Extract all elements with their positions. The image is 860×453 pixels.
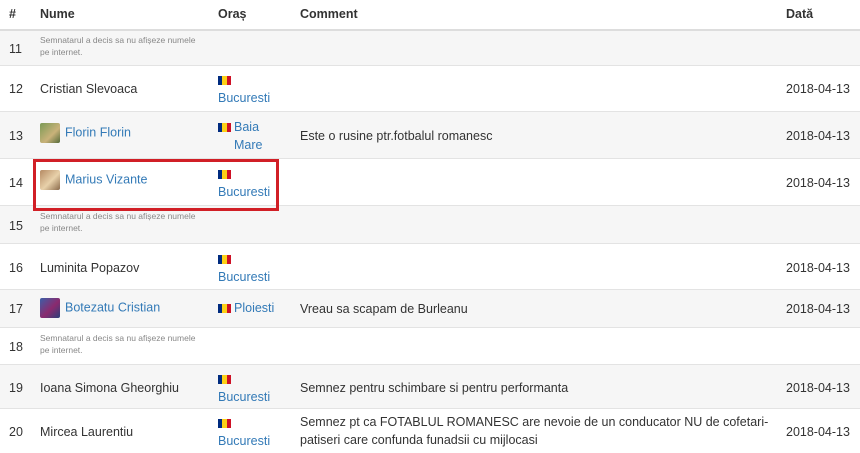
table-row: 12 Cristian Slevoaca Bucuresti 2018-04-1… <box>0 66 860 112</box>
romania-flag-icon <box>218 304 231 314</box>
avatar[interactable] <box>40 123 60 143</box>
signer-comment: Vreau sa scapam de Burleanu <box>300 302 468 316</box>
city-cell: Bucuresti <box>218 250 270 286</box>
signatures-table: # Nume Oraș Comment Dată 11 Semnatarul a… <box>0 0 860 453</box>
signer-name: Mircea Laurentiu <box>40 425 134 439</box>
signer-cell: Florin Florin <box>40 123 131 143</box>
table-header: # Nume Oraș Comment Dată <box>0 0 860 31</box>
signer-name-link[interactable]: Florin Florin <box>65 125 131 139</box>
sign-date: 2018-04-13 <box>786 261 850 275</box>
row-number: 11 <box>9 42 22 56</box>
row-number: 19 <box>9 381 23 395</box>
signer-name-link[interactable]: Botezatu Cristian <box>65 300 160 314</box>
table-row: 19 Ioana Simona Gheorghiu Bucuresti Semn… <box>0 365 860 409</box>
row-number: 15 <box>9 219 23 233</box>
header-comment: Comment <box>300 7 358 21</box>
signer-name: Ioana Simona Gheorghiu <box>40 381 179 395</box>
city-link[interactable]: Baia Mare <box>234 118 284 154</box>
table-row: 15 Semnatarul a decis sa nu afișeze nume… <box>0 206 860 244</box>
sign-date: 2018-04-13 <box>786 425 850 439</box>
table-row: 17 Botezatu Cristian Ploiesti Vreau sa s… <box>0 290 860 328</box>
sign-date: 2018-04-13 <box>786 381 850 395</box>
highlight-box <box>33 159 279 211</box>
row-number: 18 <box>9 340 23 354</box>
header-date: Dată <box>786 7 814 21</box>
city-cell: Baia Mare <box>218 118 284 154</box>
romania-flag-icon <box>218 419 231 429</box>
table-row: 13 Florin Florin Baia Mare Este o rusine… <box>0 112 860 159</box>
romania-flag-icon <box>218 76 231 86</box>
romania-flag-icon <box>218 375 231 385</box>
city-cell: Bucuresti <box>218 370 270 406</box>
table-row: 11 Semnatarul a decis sa nu afișeze nume… <box>0 31 860 66</box>
sign-date: 2018-04-13 <box>786 82 850 96</box>
city-link[interactable]: Bucuresti <box>218 390 270 404</box>
city-cell: Bucuresti <box>218 414 270 450</box>
header-city: Oraș <box>218 7 247 21</box>
table-row: 18 Semnatarul a decis sa nu afișeze nume… <box>0 328 860 365</box>
city-link[interactable]: Bucuresti <box>218 434 270 448</box>
header-name: Nume <box>40 7 75 21</box>
hidden-name-note: Semnatarul a decis sa nu afișeze numele … <box>40 333 196 355</box>
city-cell: Bucuresti <box>218 71 270 107</box>
signer-cell: Botezatu Cristian <box>40 298 160 318</box>
sign-date: 2018-04-13 <box>786 176 850 190</box>
signer-name: Luminita Popazov <box>40 261 140 275</box>
signer-name: Cristian Slevoaca <box>40 82 138 96</box>
hidden-name-note: Semnatarul a decis sa nu afișeze numele … <box>40 211 196 233</box>
sign-date: 2018-04-13 <box>786 302 850 316</box>
row-number: 20 <box>9 425 23 439</box>
city-cell: Ploiesti <box>218 299 274 317</box>
signer-comment: Este o rusine ptr.fotbalul romanesc <box>300 129 493 143</box>
avatar[interactable] <box>40 298 60 318</box>
table-row: 16 Luminita Popazov Bucuresti 2018-04-13 <box>0 244 860 290</box>
table-row: 20 Mircea Laurentiu Bucuresti Semnez pt … <box>0 409 860 453</box>
row-number: 14 <box>9 176 23 190</box>
header-num: # <box>9 7 16 21</box>
city-link[interactable]: Bucuresti <box>218 270 270 284</box>
row-number: 13 <box>9 129 23 143</box>
city-link[interactable]: Ploiesti <box>234 301 274 315</box>
row-number: 16 <box>9 261 23 275</box>
signer-comment: Semnez pt ca FOTABLUL ROMANESC are nevoi… <box>300 415 769 447</box>
row-number: 17 <box>9 302 23 316</box>
sign-date: 2018-04-13 <box>786 129 850 143</box>
romania-flag-icon <box>218 123 231 133</box>
city-link[interactable]: Bucuresti <box>218 91 270 105</box>
romania-flag-icon <box>218 255 231 265</box>
signer-comment: Semnez pentru schimbare si pentru perfor… <box>300 381 569 395</box>
hidden-name-note: Semnatarul a decis sa nu afișeze numele … <box>40 35 196 57</box>
row-number: 12 <box>9 82 23 96</box>
